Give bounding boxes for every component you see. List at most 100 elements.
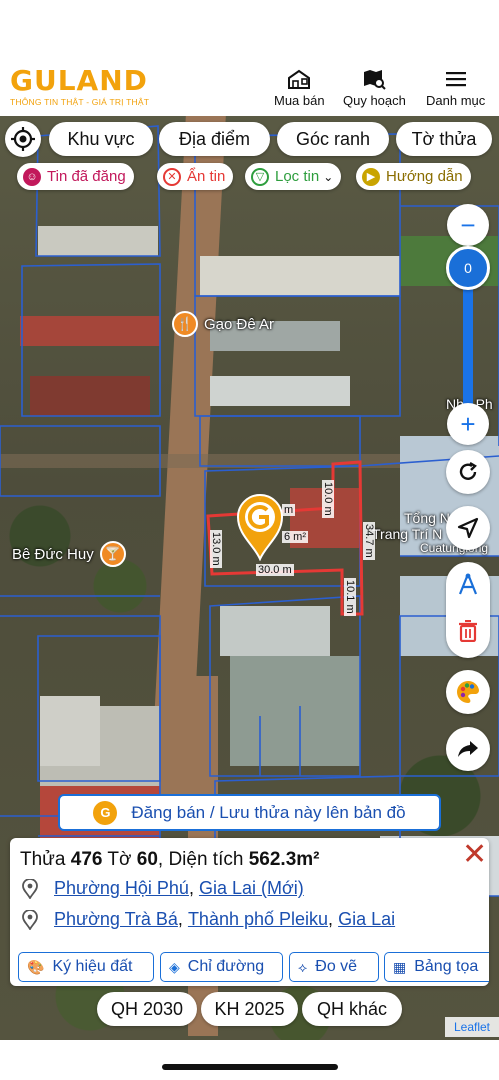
action-label: Bảng tọa bbox=[414, 958, 479, 975]
dimension-label: 13.0 m bbox=[210, 530, 222, 568]
map-search-icon bbox=[364, 70, 387, 90]
chip-label: Ẩn tin bbox=[187, 168, 226, 185]
zoom-slider-knob[interactable]: 0 bbox=[446, 246, 490, 290]
city-link[interactable]: Thành phố Pleiku bbox=[188, 909, 328, 930]
filter-goc-ranh[interactable]: Góc ranh bbox=[277, 122, 389, 156]
zoom-value: 0 bbox=[464, 260, 472, 276]
dimension-label: 30.0 m bbox=[256, 564, 294, 576]
share-button[interactable] bbox=[446, 727, 490, 771]
zoom-out-button[interactable]: − bbox=[447, 204, 489, 246]
action-label: Ký hiệu đất bbox=[52, 958, 133, 975]
chip-label: Lọc tin bbox=[275, 168, 320, 185]
dimension-label: 34.7 m bbox=[363, 522, 375, 560]
area-value: 562.3m² bbox=[248, 849, 320, 870]
plan-kh-2025[interactable]: KH 2025 bbox=[201, 992, 298, 1026]
measure-button[interactable]: ⟡ Đo vẽ bbox=[289, 952, 379, 982]
guland-icon: G bbox=[93, 800, 118, 825]
to-label: Tờ bbox=[107, 849, 132, 870]
posted-icon: ☺ bbox=[23, 167, 41, 186]
nav-mua-ban[interactable]: Mua bán bbox=[274, 68, 325, 108]
filter-khu-vuc[interactable]: Khu vực bbox=[49, 122, 153, 156]
directions-button[interactable]: ◈ Chỉ đường bbox=[160, 952, 283, 982]
action-label: Chỉ đường bbox=[187, 958, 265, 975]
home-indicator[interactable] bbox=[162, 1064, 338, 1070]
coordinate-table-button[interactable]: ▦ Bảng tọa bbox=[384, 952, 489, 982]
ward-link[interactable]: Phường Trà Bá bbox=[54, 909, 178, 930]
chip-loc-tin[interactable]: ▽ Lọc tin ⌄ bbox=[245, 163, 342, 190]
address-new: Phường Hội Phú, Gia Lai (Mới) bbox=[22, 878, 304, 899]
post-listing-label: Đăng bán / Lưu thửa này lên bản đồ bbox=[131, 802, 406, 822]
dimension-label: 10.1 m bbox=[344, 578, 356, 616]
logo-tagline: THÔNG TIN THẬT - GIÁ TRỊ THẬT bbox=[10, 97, 150, 107]
poi-label: Gạo Đê Ar bbox=[204, 315, 275, 333]
navigation-arrow-icon bbox=[457, 517, 479, 539]
delete-button[interactable] bbox=[458, 619, 478, 647]
refresh-button[interactable] bbox=[446, 450, 490, 494]
leaflet-attribution[interactable]: Leaflet bbox=[445, 1017, 499, 1037]
chip-tin-da-dang[interactable]: ☺ Tin đã đăng bbox=[17, 163, 134, 190]
filter-to-thua[interactable]: Tờ thửa bbox=[396, 122, 492, 156]
province-link[interactable]: Gia Lai bbox=[338, 909, 395, 930]
nav-danh-muc-label: Danh mục bbox=[426, 93, 486, 108]
palette-icon bbox=[457, 680, 480, 703]
land-legend-button[interactable] bbox=[446, 670, 490, 714]
land-symbol-button[interactable]: 🎨 Ký hiệu đất bbox=[18, 952, 154, 982]
chip-huong-dan[interactable]: ▶ Hướng dẫn bbox=[356, 163, 471, 190]
chevron-down-icon: ⌄ bbox=[323, 169, 334, 184]
status-bar bbox=[0, 0, 499, 60]
guland-logo[interactable]: GULAND THÔNG TIN THẬT - GIÁ TRỊ THẬT bbox=[10, 66, 160, 110]
zoom-in-button[interactable]: + bbox=[447, 403, 489, 445]
logo-text: GULAND bbox=[10, 64, 148, 97]
trash-icon bbox=[459, 619, 477, 643]
nav-mua-ban-label: Mua bán bbox=[274, 93, 325, 108]
filter-icon: ▽ bbox=[251, 167, 269, 186]
crosshair-icon bbox=[11, 127, 35, 151]
province-link[interactable]: Gia Lai (Mới) bbox=[199, 878, 304, 899]
plan-qh-khac[interactable]: QH khác bbox=[302, 992, 402, 1026]
measure-icon: ⟡ bbox=[298, 958, 308, 975]
location-icon bbox=[22, 909, 38, 930]
palette-icon: 🎨 bbox=[27, 958, 45, 975]
compass-draw-icon bbox=[458, 573, 478, 595]
plus-icon: + bbox=[460, 409, 476, 439]
poi-gao-de-ar[interactable]: 🍴 Gạo Đê Ar bbox=[172, 311, 274, 337]
post-listing-button[interactable]: G Đăng bán / Lưu thửa này lên bản đồ bbox=[58, 794, 441, 831]
map-place-label: Trang Trí N bbox=[372, 526, 443, 542]
ward-link[interactable]: Phường Hội Phú bbox=[54, 878, 189, 899]
locate-button[interactable] bbox=[5, 121, 41, 157]
plan-qh-2030[interactable]: QH 2030 bbox=[97, 992, 197, 1026]
address-old: Phường Trà Bá, Thành phố Pleiku, Gia Lai bbox=[22, 909, 395, 930]
map-place-label: Tổng N bbox=[404, 510, 450, 526]
poi-label: Bê Đức Huy bbox=[12, 545, 94, 563]
nav-danh-muc[interactable]: Danh mục bbox=[426, 68, 485, 108]
refresh-icon bbox=[459, 461, 477, 480]
house-store-icon bbox=[288, 69, 311, 89]
directions-icon: ◈ bbox=[169, 958, 180, 975]
restaurant-icon: 🍴 bbox=[172, 311, 198, 337]
action-label: Đo vẽ bbox=[315, 958, 358, 975]
thua-label: Thửa bbox=[20, 849, 66, 870]
share-icon bbox=[458, 741, 478, 757]
table-icon: ▦ bbox=[393, 958, 407, 975]
nav-quy-hoach[interactable]: Quy hoạch bbox=[343, 68, 406, 108]
parcel-title: Thửa 476 Tờ 60, Diện tích 562.3m² bbox=[20, 849, 320, 871]
close-icon[interactable]: ✕ bbox=[462, 840, 487, 870]
location-pin-icon[interactable] bbox=[234, 493, 286, 561]
nav-quy-hoach-label: Quy hoạch bbox=[343, 93, 406, 108]
area-label: , Diện tích bbox=[157, 849, 244, 870]
dimension-label: 10.0 m bbox=[322, 480, 334, 518]
location-icon bbox=[22, 878, 38, 899]
chip-label: Hướng dẫn bbox=[386, 168, 463, 185]
chip-an-tin[interactable]: ✕ Ẩn tin bbox=[157, 163, 234, 190]
minus-icon: − bbox=[460, 210, 476, 240]
navigate-button[interactable] bbox=[446, 506, 490, 550]
hamburger-menu-icon bbox=[445, 72, 466, 87]
filter-dia-diem[interactable]: Địa điểm bbox=[159, 122, 270, 156]
poi-be-duc-huy[interactable]: 🍸 Bê Đức Huy bbox=[12, 541, 126, 567]
play-guide-icon: ▶ bbox=[362, 167, 380, 186]
draw-button[interactable] bbox=[456, 572, 480, 601]
thua-number: 476 bbox=[70, 849, 103, 870]
chip-label: Tin đã đăng bbox=[47, 168, 126, 185]
draw-tools-group bbox=[446, 562, 490, 658]
bar-icon: 🍸 bbox=[99, 541, 126, 567]
